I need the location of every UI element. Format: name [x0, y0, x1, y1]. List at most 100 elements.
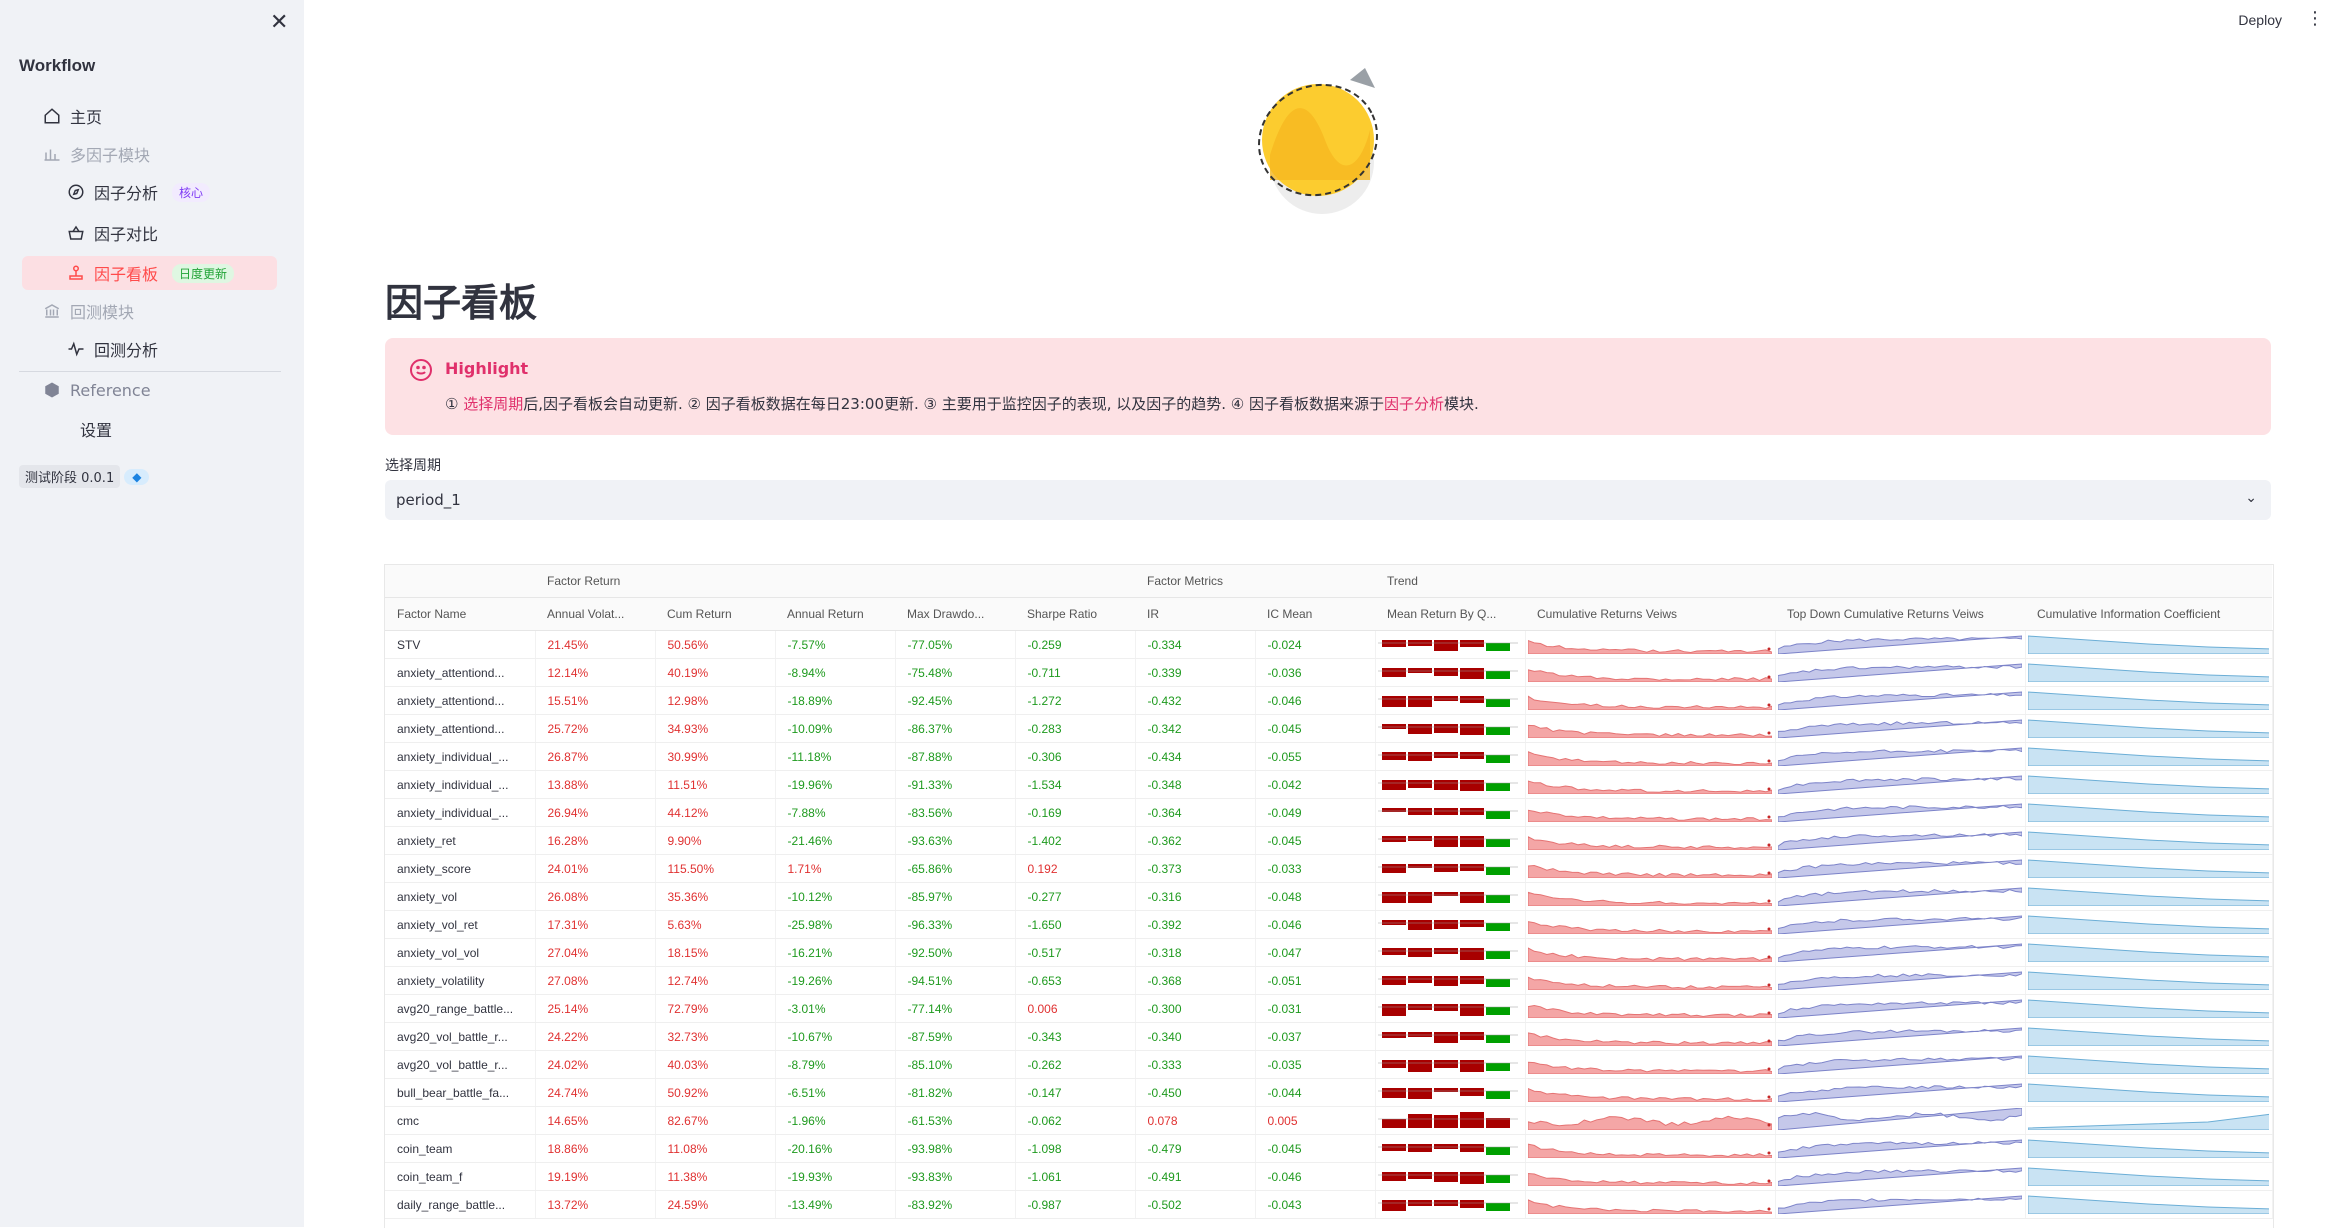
table-row[interactable]: avg20_range_battle... 25.14% 72.79% -3.01% -… — [385, 994, 2273, 1023]
table-row[interactable]: anxiety_ret 16.28% 9.90% -21.46% -93.63% -1.4… — [385, 826, 2273, 855]
sidebar-item-label: 回测分析 — [94, 341, 159, 360]
column-group-header — [895, 565, 1015, 598]
column-header[interactable]: Top Down Cumulative Returns Veiws — [1775, 597, 2025, 631]
top-down-returns-sparkline — [1775, 826, 2026, 855]
column-header[interactable]: Max Drawdo... — [895, 597, 1015, 631]
metric-cell: -1.650 — [1015, 910, 1136, 939]
column-header[interactable]: Cumulative Information Coefficient — [2025, 597, 2272, 631]
column-group-header — [1255, 565, 1375, 598]
factor-name-cell: coin_team_f — [385, 1162, 536, 1191]
table-row[interactable]: anxiety_score 24.01% 115.50% 1.71% -65.86% 0.… — [385, 854, 2273, 883]
cumulative-ic-sparkline — [2025, 714, 2273, 743]
badge-core: 核心 — [172, 182, 211, 202]
metric-cell: 44.12% — [655, 798, 776, 827]
metric-cell: -0.316 — [1135, 882, 1256, 911]
metric-cell: -13.49% — [775, 1190, 896, 1219]
column-header[interactable]: Annual Return — [775, 597, 895, 631]
sidebar-item-factor-board[interactable]: 因子看板 日度更新 — [22, 256, 277, 290]
cumulative-returns-sparkline — [1525, 1050, 1776, 1079]
metric-cell: 0.006 — [1015, 994, 1136, 1023]
metric-cell: 25.72% — [535, 714, 656, 743]
table-row[interactable]: anxiety_volatility 27.08% 12.74% -19.26% -94… — [385, 966, 2273, 995]
column-header[interactable]: Sharpe Ratio — [1015, 597, 1135, 631]
column-header[interactable]: Cum Return — [655, 597, 775, 631]
metric-cell: -77.14% — [895, 994, 1016, 1023]
metric-cell: -83.56% — [895, 798, 1016, 827]
table-row[interactable]: coin_team_f 19.19% 11.38% -19.93% -93.83% -1.… — [385, 1162, 2273, 1191]
metric-cell: -0.333 — [1135, 1050, 1256, 1079]
column-header[interactable]: Annual Volat... — [535, 597, 655, 631]
table-row[interactable]: anxiety_vol 26.08% 35.36% -10.12% -85.97% -0.… — [385, 882, 2273, 911]
column-group-header: Factor Return — [535, 565, 655, 598]
sidebar-item-factor-analysis[interactable]: 因子分析 核心 — [66, 175, 211, 209]
table-row[interactable]: anxiety_individual_... 26.94% 44.12% -7.88%… — [385, 798, 2273, 827]
version-badge: 测试阶段 0.0.1 ◆ — [19, 465, 150, 488]
cumulative-ic-sparkline — [2025, 798, 2273, 827]
table-row[interactable]: anxiety_individual_... 26.87% 30.99% -11.18… — [385, 742, 2273, 771]
column-header[interactable]: Mean Return By Q... — [1375, 597, 1525, 631]
table-row[interactable]: anxiety_attentiond... 25.72% 34.93% -10.09%… — [385, 714, 2273, 743]
table-row[interactable]: daily_range_battle... 13.72% 24.59% -13.49%… — [385, 1190, 2273, 1219]
factor-analysis-link[interactable]: 因子分析 — [1384, 395, 1444, 413]
mean-return-bar-chart — [1375, 742, 1526, 771]
period-select-value: period_1 — [396, 491, 461, 509]
period-select[interactable]: period_1 ⌄ — [385, 480, 2271, 520]
metric-cell: 13.72% — [535, 1190, 656, 1219]
mean-return-bar-chart — [1375, 1190, 1526, 1219]
close-icon[interactable]: ✕ — [270, 10, 288, 35]
column-header[interactable]: Factor Name — [385, 597, 535, 631]
mean-return-bar-chart — [1375, 910, 1526, 939]
top-down-returns-sparkline — [1775, 742, 2026, 771]
column-group-header — [1525, 565, 1775, 598]
metric-cell: -20.16% — [775, 1134, 896, 1163]
table-row[interactable]: anxiety_attentiond... 12.14% 40.19% -8.94% -… — [385, 658, 2273, 687]
cumulative-returns-sparkline — [1525, 1106, 1776, 1135]
metric-cell: -10.09% — [775, 714, 896, 743]
table-row[interactable]: avg20_vol_battle_r... 24.02% 40.03% -8.79% -… — [385, 1050, 2273, 1079]
sidebar-item-factor-compare[interactable]: 因子对比 — [66, 216, 158, 250]
metric-cell: 0.078 — [1135, 1106, 1256, 1135]
table-row[interactable]: coin_team 18.86% 11.08% -20.16% -93.98% -1.09… — [385, 1134, 2273, 1163]
table-row[interactable]: cmc 14.65% 82.67% -1.96% -61.53% -0.062 0.078 0… — [385, 1106, 2273, 1135]
mean-return-bar-chart — [1375, 938, 1526, 967]
table-row[interactable]: STV 21.45% 50.56% -7.57% -77.05% -0.259 -0.334… — [385, 630, 2273, 659]
metric-cell: -0.037 — [1255, 1022, 1376, 1051]
mean-return-bar-chart — [1375, 1022, 1526, 1051]
sidebar-item-home[interactable]: 主页 — [42, 99, 102, 133]
table-row[interactable]: anxiety_attentiond... 15.51% 12.98% -18.89%… — [385, 686, 2273, 715]
metric-cell: -85.10% — [895, 1050, 1016, 1079]
cumulative-returns-sparkline — [1525, 1022, 1776, 1051]
table-row[interactable]: anxiety_individual_... 13.88% 11.51% -19.96… — [385, 770, 2273, 799]
select-period-link[interactable]: 选择周期 — [463, 395, 523, 413]
metric-cell: 72.79% — [655, 994, 776, 1023]
sidebar-section-multifactor: 多因子模块 — [42, 137, 150, 171]
sidebar-item-settings[interactable]: 设置 — [80, 412, 112, 446]
mean-return-bar-chart — [1375, 966, 1526, 995]
table-row[interactable]: bull_bear_battle_fa... 24.74% 50.92% -6.51%… — [385, 1078, 2273, 1107]
mean-return-bar-chart — [1375, 714, 1526, 743]
metric-cell: -0.024 — [1255, 630, 1376, 659]
table-row[interactable]: avg20_vol_battle_r... 24.22% 32.73% -10.67%… — [385, 1022, 2273, 1051]
sidebar-item-backtest-analysis[interactable]: 回测分析 — [66, 332, 158, 366]
top-down-returns-sparkline — [1775, 994, 2026, 1023]
top-down-returns-sparkline — [1775, 1078, 2026, 1107]
column-header[interactable]: IC Mean — [1255, 597, 1375, 631]
metric-cell: -0.033 — [1255, 854, 1376, 883]
badge-daily-update: 日度更新 — [172, 263, 235, 283]
metric-cell: -1.534 — [1015, 770, 1136, 799]
metric-cell: -0.653 — [1015, 966, 1136, 995]
deploy-button[interactable]: Deploy — [2238, 12, 2282, 28]
table-row[interactable]: anxiety_vol_vol 27.04% 18.15% -16.21% -92.50… — [385, 938, 2273, 967]
metric-cell: 25.14% — [535, 994, 656, 1023]
table-row[interactable]: anxiety_vol_ret 17.31% 5.63% -25.98% -96.33%… — [385, 910, 2273, 939]
column-header[interactable]: IR — [1135, 597, 1255, 631]
column-header[interactable]: Cumulative Returns Veiws — [1525, 597, 1775, 631]
metric-cell: 40.19% — [655, 658, 776, 687]
metric-cell: -0.502 — [1135, 1190, 1256, 1219]
metric-cell: 50.56% — [655, 630, 776, 659]
highlight-alert: Highlight ① 选择周期后,因子看板会自动更新. ② 因子看板数据在每日… — [385, 338, 2271, 435]
mean-return-bar-chart — [1375, 826, 1526, 855]
more-vertical-icon[interactable]: ⋮ — [2306, 8, 2324, 29]
factor-name-cell: anxiety_attentiond... — [385, 686, 536, 715]
top-down-returns-sparkline — [1775, 854, 2026, 883]
